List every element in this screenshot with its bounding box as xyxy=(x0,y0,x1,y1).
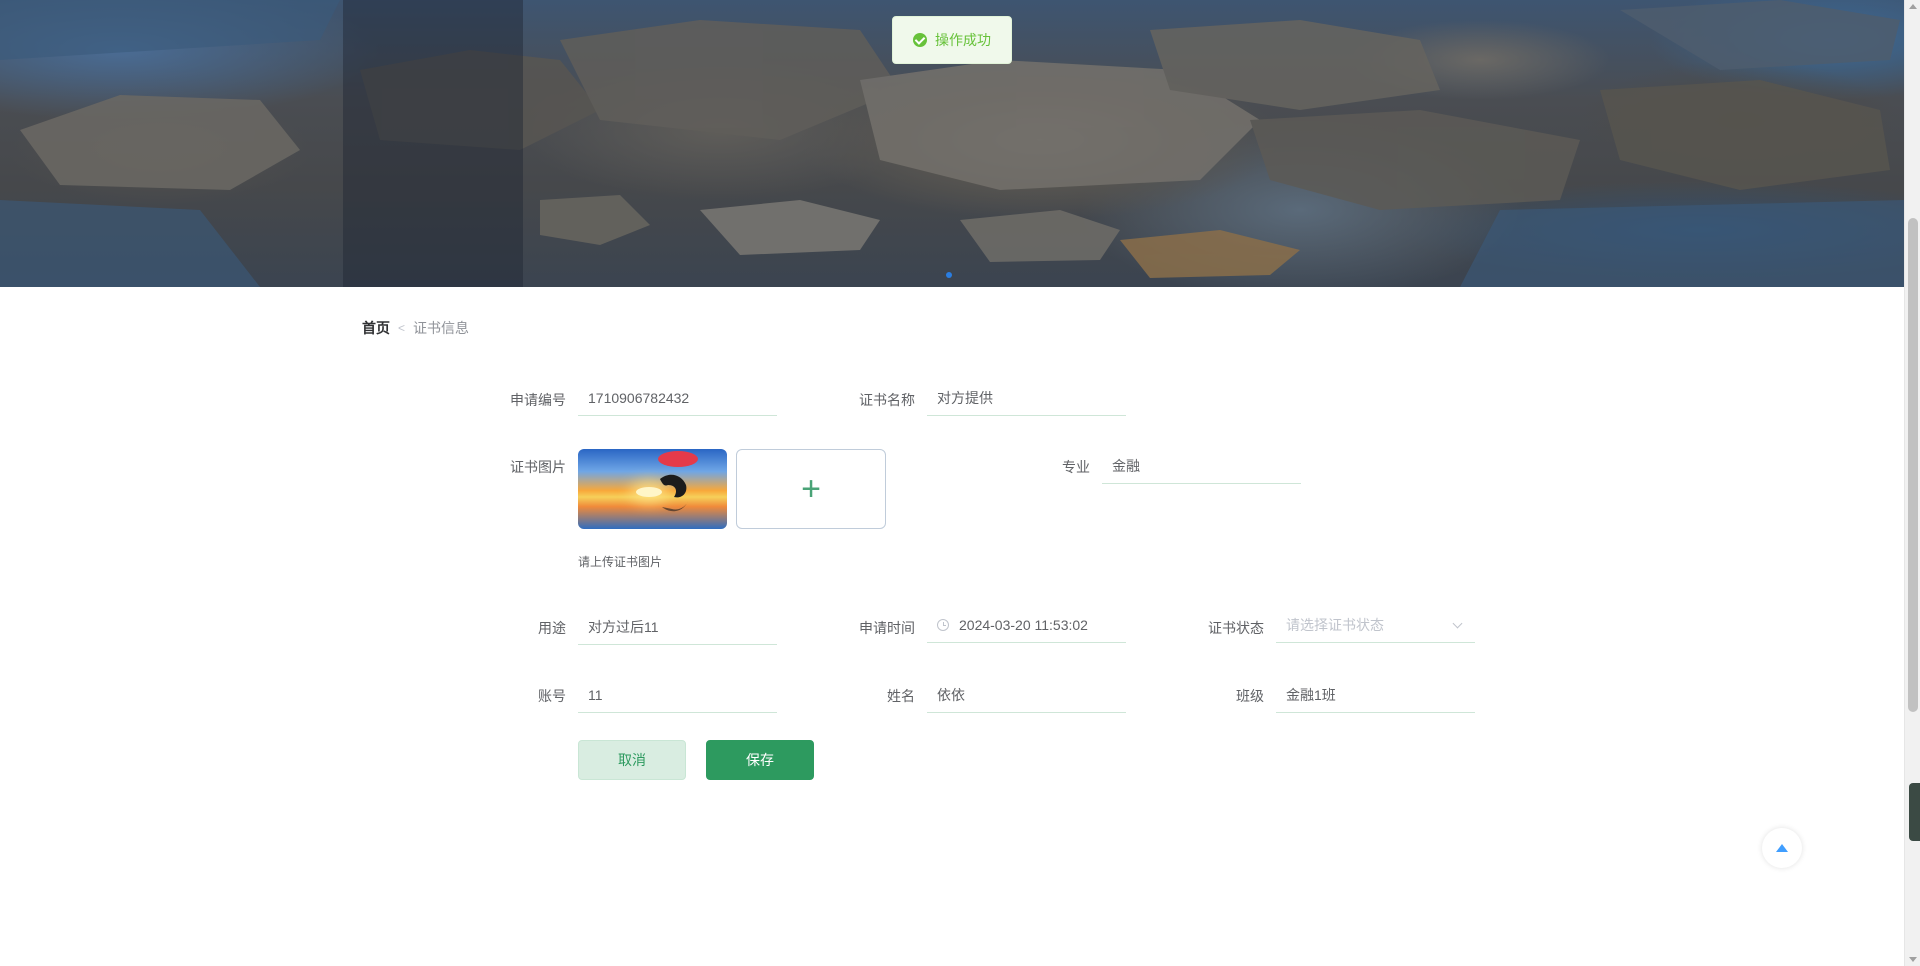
cancel-button[interactable]: 取消 xyxy=(578,740,686,780)
banner-shade xyxy=(343,0,523,287)
apply-time-value: 2024-03-20 11:53:02 xyxy=(959,616,1088,633)
purpose-input[interactable]: 对方过后11 xyxy=(578,609,777,645)
purpose-label: 用途 xyxy=(538,620,566,636)
breadcrumb: 首页 < 证书信息 xyxy=(362,318,469,338)
scroll-down-icon[interactable] xyxy=(1909,957,1917,962)
arrow-up-icon xyxy=(1776,844,1788,852)
name-label: 姓名 xyxy=(887,688,915,704)
apply-time-picker[interactable]: 2024-03-20 11:53:02 xyxy=(927,607,1126,643)
account-label: 账号 xyxy=(538,688,566,704)
cert-name-label: 证书名称 xyxy=(859,392,915,408)
major-input[interactable]: 金融 xyxy=(1102,448,1301,484)
image-upload-button[interactable]: + xyxy=(736,449,886,529)
carousel-indicators xyxy=(946,272,952,278)
breadcrumb-current: 证书信息 xyxy=(413,320,470,336)
cert-image-thumbnail[interactable] xyxy=(578,449,727,529)
cert-status-label: 证书状态 xyxy=(1208,620,1264,636)
scroll-thumb[interactable] xyxy=(1908,218,1918,712)
toast-message: 操作成功 xyxy=(935,32,991,48)
name-input[interactable]: 依依 xyxy=(927,677,1126,713)
cert-name-input[interactable]: 对方提供 xyxy=(927,380,1126,416)
cert-status-select[interactable]: 请选择证书状态 xyxy=(1276,607,1475,643)
clock-icon xyxy=(937,618,949,631)
success-toast: 操作成功 xyxy=(892,16,1012,64)
check-circle-icon xyxy=(913,33,927,47)
account-input[interactable]: 11 xyxy=(578,677,777,713)
apply-no-input[interactable]: 1710906782432 xyxy=(578,380,777,416)
carousel-dot-active[interactable] xyxy=(946,272,952,278)
apply-time-label: 申请时间 xyxy=(859,620,915,636)
cert-status-placeholder: 请选择证书状态 xyxy=(1286,616,1384,633)
breadcrumb-home[interactable]: 首页 xyxy=(362,318,390,338)
apply-no-label: 申请编号 xyxy=(510,392,566,408)
major-label: 专业 xyxy=(1062,459,1090,475)
save-button[interactable]: 保存 xyxy=(706,740,814,780)
back-to-top-button[interactable] xyxy=(1762,828,1802,868)
cert-image-label: 证书图片 xyxy=(510,459,566,475)
side-widget-tab[interactable] xyxy=(1909,783,1920,841)
scroll-up-icon[interactable] xyxy=(1909,4,1917,9)
plus-icon: + xyxy=(801,470,821,508)
class-input[interactable]: 金融1班 xyxy=(1276,677,1475,713)
chevron-down-icon xyxy=(1452,618,1463,629)
upload-tip: 请上传证书图片 xyxy=(578,555,663,569)
dolphin-silhouette xyxy=(660,474,688,512)
breadcrumb-separator: < xyxy=(398,321,406,335)
class-label: 班级 xyxy=(1236,688,1264,704)
